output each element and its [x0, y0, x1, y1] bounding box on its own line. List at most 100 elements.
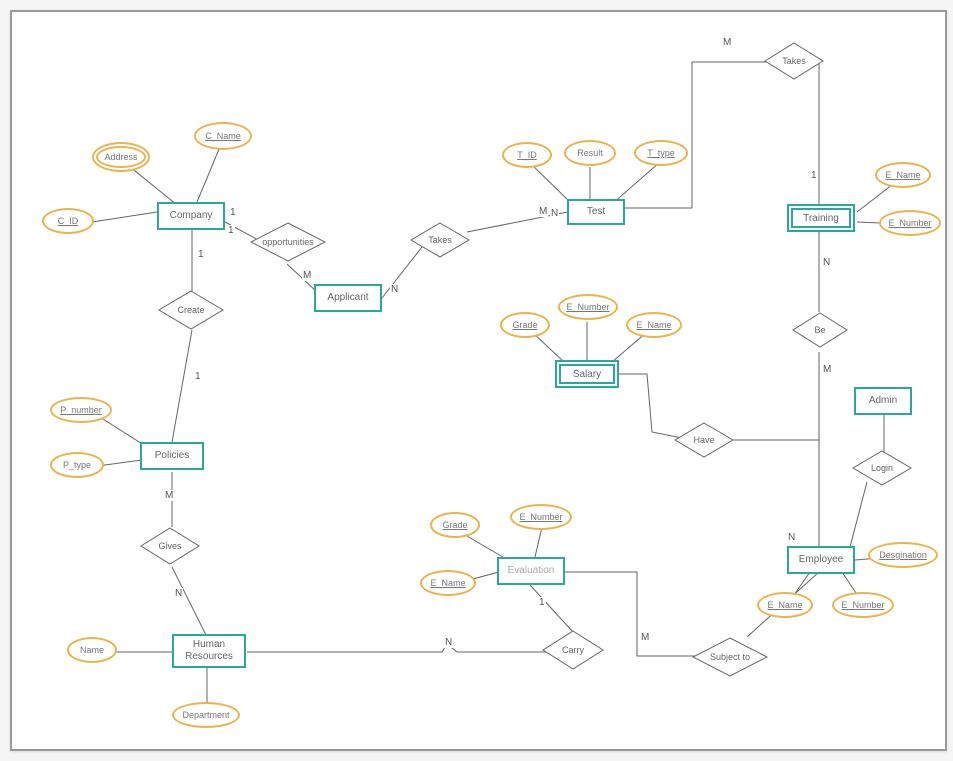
label: E_Name [767, 600, 802, 610]
label: Department [182, 710, 229, 720]
label: Salary [573, 369, 601, 380]
card: N [444, 637, 453, 648]
label: Training [803, 213, 839, 224]
attr-c-name: C_Name [194, 122, 252, 150]
entity-hr: Human Resources [172, 634, 246, 668]
card: N [550, 208, 559, 219]
label: Company [170, 210, 213, 222]
card: 1 [227, 225, 235, 236]
label: Have [689, 435, 718, 445]
label: E_Name [430, 578, 465, 588]
attr-grade-eval: Grade [430, 512, 480, 538]
attr-e-number-emp: E_Number [832, 592, 894, 618]
entity-policies: Policies [140, 442, 204, 470]
card: 1 [197, 249, 205, 260]
label: E_Number [888, 218, 931, 228]
label: Applicant [327, 292, 368, 304]
card: 1 [538, 597, 546, 608]
label: E_Number [566, 302, 609, 312]
label: Create [173, 305, 208, 315]
label: E_Number [519, 512, 562, 522]
label: Policies [155, 450, 189, 462]
card: 1 [810, 170, 818, 181]
card: N [390, 284, 399, 295]
entity-training: Training [787, 204, 855, 232]
label: Evaluation [508, 565, 555, 577]
attr-address: Address [92, 142, 150, 172]
attr-e-name-emp: E_Name [757, 592, 813, 618]
attr-grade-salary: Grade [500, 312, 550, 338]
label: P_type [63, 460, 91, 470]
attr-designation: Desgination [868, 542, 938, 568]
label: E_Number [841, 600, 884, 610]
entity-admin: Admin [854, 387, 912, 415]
card: 1 [229, 207, 237, 218]
attr-e-name-eval: E_Name [420, 570, 476, 596]
label: T_type [647, 148, 675, 158]
label: Employee [799, 554, 843, 566]
attr-t-id: T_ID [502, 142, 552, 168]
attr-department-hr: Department [172, 702, 240, 728]
rel-opportunities: opportunities [250, 222, 326, 262]
entity-evaluation: Evaluation [497, 557, 565, 585]
label: P_number [60, 405, 102, 415]
attr-e-number-training: E_Number [879, 210, 941, 236]
rel-takes-training: Takes [764, 42, 824, 80]
entity-company: Company [157, 202, 225, 230]
rel-subject-to: Subject to [692, 637, 768, 677]
attr-p-number: P_number [50, 397, 112, 423]
connector-lines [12, 12, 945, 749]
attr-p-type: P_type [50, 452, 104, 478]
label: Gives [154, 541, 185, 551]
card: M [822, 364, 832, 375]
attr-e-number-eval: E_Number [510, 504, 572, 530]
attr-e-number-salary: E_Number [558, 294, 618, 320]
card: N [174, 588, 183, 599]
label: Name [80, 645, 104, 655]
entity-applicant: Applicant [314, 284, 382, 312]
label: Be [810, 325, 829, 335]
entity-salary: Salary [555, 360, 619, 388]
label: E_Name [885, 170, 920, 180]
rel-create: Create [158, 290, 224, 330]
card: N [822, 257, 831, 268]
label: Takes [778, 56, 810, 66]
rel-have: Have [674, 422, 734, 458]
label: Admin [869, 395, 897, 407]
label: E_Name [636, 320, 671, 330]
card: M [722, 37, 732, 48]
rel-carry: Carry [542, 630, 604, 670]
label: C_Name [205, 131, 241, 141]
label: Login [867, 463, 897, 473]
card: M [640, 632, 650, 643]
attr-e-name-training: E_Name [875, 162, 931, 188]
rel-gives: Gives [140, 527, 200, 565]
attr-e-name-salary: E_Name [626, 312, 682, 338]
label: Address [104, 152, 137, 162]
label: Carry [558, 645, 588, 655]
label: Takes [424, 235, 456, 245]
card: 1 [194, 371, 202, 382]
rel-be: Be [792, 312, 848, 348]
label: Human Resources [178, 639, 240, 663]
rel-takes-test: Takes [410, 222, 470, 258]
card: M [302, 270, 312, 281]
label: Grade [442, 520, 467, 530]
rel-login: Login [852, 450, 912, 486]
entity-employee: Employee [787, 546, 855, 574]
attr-t-type: T_type [634, 140, 688, 166]
attr-name-hr: Name [67, 637, 117, 663]
label: Subject to [706, 652, 754, 662]
label: Result [577, 148, 603, 158]
label: opportunities [258, 237, 318, 247]
card: M [164, 490, 174, 501]
er-diagram-canvas: Company Applicant Test Training Policies… [10, 10, 947, 751]
attr-result: Result [564, 140, 616, 166]
label: T_ID [517, 150, 537, 160]
label: Desgination [879, 550, 927, 560]
attr-c-id: C_ID [42, 208, 94, 234]
label: Test [587, 206, 605, 218]
card: M [538, 206, 548, 217]
label: C_ID [58, 216, 79, 226]
entity-test: Test [567, 199, 625, 225]
